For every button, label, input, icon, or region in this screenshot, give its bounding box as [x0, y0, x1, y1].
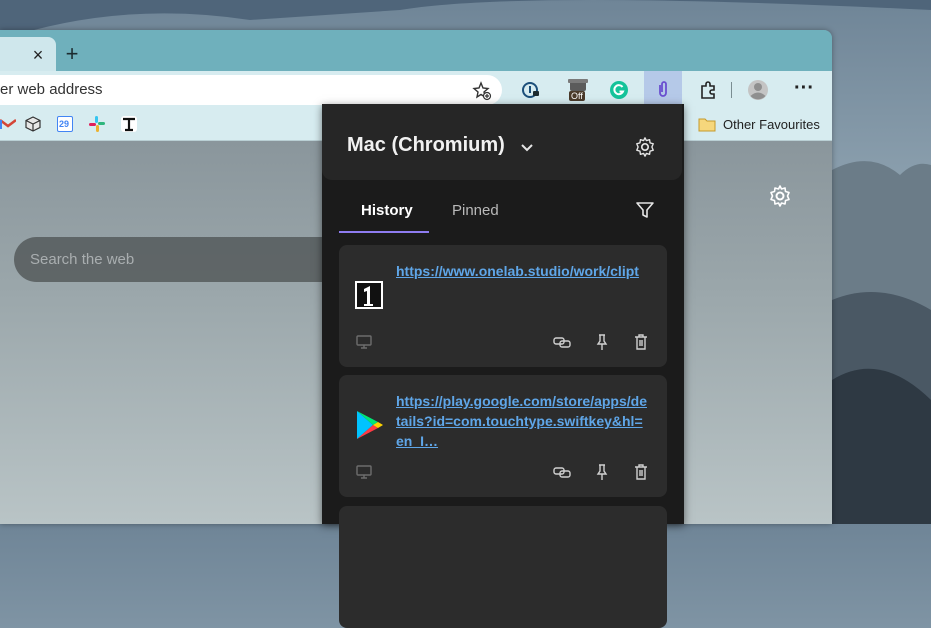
onelab-logo-icon: [355, 281, 383, 309]
desktop-device-icon: [356, 335, 372, 349]
search-placeholder: Search the web: [30, 251, 135, 268]
settings-gear-icon[interactable]: [634, 136, 656, 158]
new-tab-button[interactable]: +: [61, 43, 83, 65]
history-item[interactable]: https://www.onelab.studio/work/clipt: [339, 245, 667, 367]
popup-tabs: History Pinned: [322, 194, 684, 234]
copy-link-icon[interactable]: [553, 463, 571, 481]
tab-strip: × +: [0, 30, 832, 71]
package-icon[interactable]: [25, 116, 41, 132]
active-tab-underline: [339, 231, 429, 233]
grammarly-icon[interactable]: [608, 79, 630, 101]
pin-icon[interactable]: [593, 333, 611, 351]
pin-icon[interactable]: [593, 463, 611, 481]
more-menu-button[interactable]: ···: [794, 77, 814, 100]
tab-pinned[interactable]: Pinned: [452, 202, 499, 219]
paperclip-icon: [659, 81, 667, 97]
history-item-url[interactable]: https://play.google.com/store/apps/detai…: [396, 391, 650, 451]
browser-tab[interactable]: ×: [0, 37, 56, 71]
filter-icon[interactable]: [635, 200, 655, 220]
extensions-icon[interactable]: [697, 79, 719, 101]
folder-icon: [698, 118, 716, 131]
address-placeholder: er web address: [0, 81, 103, 98]
google-calendar-icon[interactable]: 29: [57, 116, 73, 132]
tab-history[interactable]: History: [361, 202, 413, 219]
extension-off[interactable]: Off: [566, 77, 592, 103]
calendar-day: 29: [59, 119, 70, 129]
toolbar-divider: [731, 82, 732, 98]
history-item-url[interactable]: https://www.onelab.studio/work/clipt: [396, 261, 650, 281]
slack-icon[interactable]: [89, 116, 105, 132]
popup-header: Mac (Chromium): [322, 104, 682, 180]
delete-icon[interactable]: [632, 463, 650, 481]
device-name[interactable]: Mac (Chromium): [347, 134, 505, 157]
web-search-box[interactable]: Search the web: [14, 237, 374, 282]
close-tab-button[interactable]: ×: [28, 45, 48, 65]
desktop-device-icon: [356, 465, 372, 479]
history-item[interactable]: https://play.google.com/store/apps/detai…: [339, 375, 667, 497]
address-bar[interactable]: er web address: [0, 75, 502, 105]
profile-avatar-icon[interactable]: [747, 79, 769, 101]
copy-link-icon[interactable]: [553, 333, 571, 351]
bookmark-logo-icon[interactable]: [121, 116, 137, 132]
history-item[interactable]: [339, 506, 667, 628]
other-favourites-label: Other Favourites: [723, 116, 820, 132]
other-favourites[interactable]: Other Favourites: [698, 114, 820, 134]
delete-icon[interactable]: [632, 333, 650, 351]
off-badge: Off: [569, 91, 585, 101]
tracking-icon[interactable]: [520, 79, 542, 101]
toolbar: er web address Off ···: [0, 71, 832, 108]
add-favourite-icon[interactable]: [472, 81, 492, 101]
chevron-down-icon[interactable]: [519, 139, 535, 155]
clipboard-extension-popup: Mac (Chromium) History Pinned https://ww…: [322, 104, 684, 628]
gmail-icon[interactable]: [0, 116, 16, 132]
page-settings-icon[interactable]: [768, 184, 792, 208]
google-play-icon: [357, 411, 383, 439]
clipboard-extension-button[interactable]: [644, 71, 682, 108]
